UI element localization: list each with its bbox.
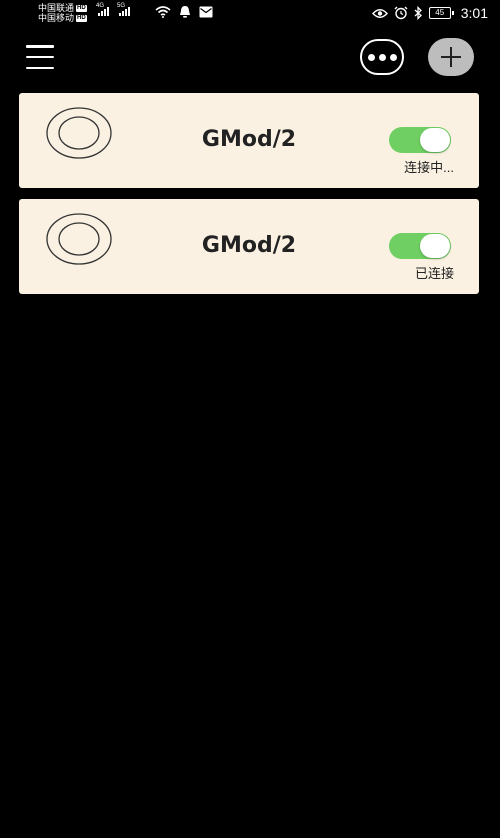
device-status: 连接中...: [404, 160, 454, 175]
signal-5g-icon: 5G: [117, 3, 130, 16]
battery-icon: 45: [428, 7, 454, 19]
mail-icon: [199, 6, 213, 17]
status-bar: 中国联通 HD 中国移动 HD 4G 5G 45 3:01: [0, 0, 500, 28]
carrier-2-label: 中国移动: [38, 13, 75, 23]
device-toggle[interactable]: [389, 233, 451, 259]
network-4g-label: 4G: [96, 3, 105, 9]
menu-icon[interactable]: [26, 45, 54, 69]
signal-4g-icon: 4G: [96, 3, 109, 16]
app-header: [0, 36, 500, 82]
hd-badge-2: HD: [76, 14, 87, 22]
plus-icon: [441, 47, 461, 67]
qq-bell-icon: [180, 6, 190, 18]
add-icon[interactable]: [428, 38, 474, 76]
device-card[interactable]: GMod/2 连接中...: [19, 93, 479, 188]
more-icon[interactable]: [360, 39, 404, 75]
bluetooth-icon: [414, 6, 422, 20]
device-toggle[interactable]: [389, 127, 451, 153]
carrier-info: 中国联通 HD 中国移动 HD: [38, 3, 87, 23]
hd-badge: HD: [76, 4, 87, 12]
carrier-1-label: 中国联通: [38, 3, 75, 13]
eye-icon: [371, 8, 388, 18]
alarm-icon: [394, 6, 408, 20]
status-time: 3:01: [460, 5, 488, 21]
signal-group: 4G 5G: [96, 3, 130, 16]
device-card[interactable]: GMod/2 已连接: [19, 199, 479, 294]
device-status: 已连接: [414, 266, 454, 281]
wifi-icon: [155, 5, 171, 18]
network-5g-label: 5G: [117, 3, 126, 9]
battery-level: 45: [435, 8, 445, 17]
